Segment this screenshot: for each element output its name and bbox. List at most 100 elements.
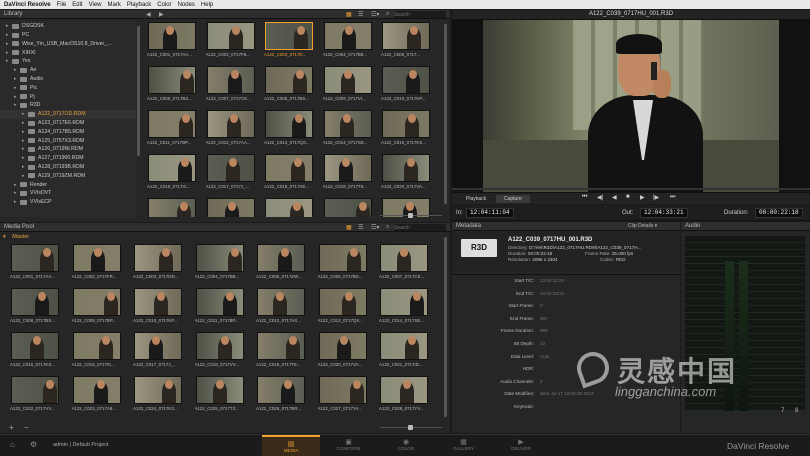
menu-view[interactable]: View <box>86 2 105 8</box>
tree-scrollbar[interactable] <box>137 26 140 156</box>
play-icon[interactable]: ▶ <box>640 194 645 201</box>
menu-file[interactable]: File <box>54 2 70 8</box>
clip-thumbnail[interactable]: A122_C028_0717YV... <box>379 376 429 416</box>
step-back-icon[interactable]: ◀| <box>597 194 603 201</box>
clip-thumbnail[interactable]: A122_C018_0717VV... <box>195 332 245 372</box>
metadata-field-value[interactable]: 0 <box>540 303 543 308</box>
viewer-frame[interactable] <box>483 20 779 195</box>
tree-folder[interactable]: ▸ A124_0717B5.RDM <box>0 128 136 137</box>
slider-handle[interactable] <box>408 425 413 430</box>
clip-thumbnail[interactable]: A122_C019_0717T8... <box>256 332 306 372</box>
clip-thumbnail[interactable]: A122_C006_0717BS... <box>318 244 368 284</box>
tree-folder[interactable]: ▸ Wise_Yin_USB_MacOS10.8_Driver_... <box>0 40 136 49</box>
metadata-field-value[interactable]: 567 <box>540 316 548 321</box>
grid-view-icon[interactable]: ▦ <box>346 11 352 18</box>
tree-folder[interactable]: ▸ Ae <box>0 66 136 75</box>
tree-folder[interactable]: ▸ VVIsDVT <box>0 189 136 198</box>
viewer-scrubber[interactable] <box>452 188 810 190</box>
clip-thumbnail[interactable]: A122_C008_0717BS... <box>10 288 60 328</box>
clip-thumbnail[interactable]: A122_C022_0717VV... <box>206 198 256 217</box>
master-folder[interactable]: ▾ Master <box>3 234 29 240</box>
menu-edit[interactable]: Edit <box>69 2 85 8</box>
page-tab-media[interactable]: ▤ MEDIA <box>262 435 320 456</box>
tree-folder[interactable]: ▸ A125_0757X3.RDM <box>0 136 136 145</box>
page-tab-conform[interactable]: ▣ CONFORM <box>320 435 378 456</box>
clip-thumbnail[interactable]: A122_C011_0717BP... <box>195 288 245 328</box>
clip-thumbnail[interactable]: A122_C001_0717AA... <box>10 244 60 284</box>
tree-folder[interactable]: ▸ Yes <box>0 57 136 66</box>
clip-thumbnail[interactable]: A122_C004_0717B8... <box>195 244 245 284</box>
list-view-icon[interactable]: ☰ <box>358 224 363 231</box>
tree-folder[interactable]: ▸ R3D <box>0 101 136 110</box>
settings-gear-icon[interactable]: ⚙ <box>30 440 37 449</box>
tree-folder[interactable]: ▸ VVIsECP <box>0 198 136 207</box>
metadata-field-value[interactable]: 2 <box>540 379 543 384</box>
tree-folder[interactable]: ▸ A128_07193B.RDM <box>0 163 136 172</box>
clip-thumbnail[interactable]: A122_C011_0717BP... <box>147 110 197 150</box>
clip-thumbnail[interactable]: A122_C013_0717QS... <box>264 110 314 150</box>
clip-thumbnail[interactable]: A122_C017_0717J_... <box>133 332 183 372</box>
tree-folder[interactable]: ▸ Pic <box>0 84 136 93</box>
menu-playback[interactable]: Playback <box>124 2 154 8</box>
metadata-field-value[interactable]: 12:04:11:04 <box>540 278 564 283</box>
grid-view-icon[interactable]: ▦ <box>346 224 352 231</box>
remove-icon[interactable]: − <box>24 423 29 432</box>
menu-help[interactable]: Help <box>198 2 216 8</box>
app-menu[interactable]: DaVinci Resolve <box>0 2 54 8</box>
clip-thumbnail[interactable]: A122_C017_0717J_... <box>206 154 256 194</box>
clip-thumbnail[interactable]: A122_C003_0717D... <box>264 22 314 62</box>
tree-folder[interactable]: ▸ Audio <box>0 75 136 84</box>
tree-folder[interactable]: ▸ DSGDSK <box>0 22 136 31</box>
clip-thumbnail[interactable]: A122_C013_0717QS... <box>318 288 368 328</box>
tree-folder[interactable]: ▸ XIRXI <box>0 48 136 57</box>
sort-icon[interactable]: ☲▾ <box>371 224 379 231</box>
tree-folder[interactable]: ▸ A123_0717E6.RDM <box>0 119 136 128</box>
sort-icon[interactable]: ☲▾ <box>371 11 379 18</box>
clip-thumbnail[interactable]: A122_C010_0717KP... <box>133 288 183 328</box>
clip-thumbnail[interactable]: A122_C021_0717ID... <box>379 332 429 372</box>
clip-thumbnail[interactable]: A122_C021_0717I_... <box>147 198 197 217</box>
metadata-field-value[interactable]: 10 <box>540 341 545 346</box>
menu-nodes[interactable]: Nodes <box>175 2 198 8</box>
metadata-dropdown[interactable]: Clip Details ▾ <box>628 223 657 229</box>
clip-thumbnail[interactable]: A122_C005_0717... <box>381 22 431 62</box>
clip-thumbnail[interactable]: A122_C025_0717T3... <box>195 376 245 416</box>
clip-thumbnail[interactable]: A122_C018_0717XE... <box>264 154 314 194</box>
clip-thumbnail[interactable]: A122_C014_0717SE... <box>323 110 373 150</box>
media-pool-zoom-slider[interactable] <box>380 425 442 430</box>
clip-thumbnail[interactable]: A122_C010_0717KP... <box>381 66 431 106</box>
tree-folder[interactable]: ▸ A126_0719NI.RDM <box>0 145 136 154</box>
clip-thumbnail[interactable]: A122_C007_0717CE... <box>379 244 429 284</box>
home-icon[interactable]: ⌂ <box>10 440 15 449</box>
clip-thumbnail[interactable]: A122_C023_0717A... <box>264 198 314 217</box>
clip-thumbnail[interactable]: A122_C012_0717AA... <box>206 110 256 150</box>
clip-thumbnail[interactable]: A122_C009_0717BP... <box>72 288 122 328</box>
nav-back-icon[interactable]: ◀ <box>146 11 151 18</box>
tree-folder[interactable]: ▸ Render <box>0 180 136 189</box>
media-pool-search-input[interactable] <box>394 224 446 231</box>
clip-thumbnail[interactable]: A122_C006_0717BS... <box>147 66 197 106</box>
media-pool-scrollbar[interactable] <box>444 237 447 417</box>
clip-thumbnail[interactable]: A122_C024_0717... <box>323 198 373 217</box>
clip-thumbnail[interactable]: A122_C009_0717VI... <box>323 66 373 106</box>
clip-thumbnail[interactable]: A122_C015_0717KS... <box>381 110 431 150</box>
page-tab-deliver[interactable]: ▶ DELIVER <box>492 435 550 456</box>
clip-thumbnail[interactable]: A122_C024_0717K3... <box>133 376 183 416</box>
library-search-input[interactable] <box>394 11 446 18</box>
clip-thumbnail[interactable]: A122_C014_0717SE... <box>379 288 429 328</box>
clip-thumbnail[interactable]: A122_C003_0717DD... <box>133 244 183 284</box>
clip-thumbnail[interactable]: A122_C002_0717F8... <box>206 22 256 62</box>
nav-forward-icon[interactable]: ▶ <box>159 11 164 18</box>
clip-thumbnail[interactable]: A122_C008_0717BS... <box>264 66 314 106</box>
page-tab-gallery[interactable]: ▦ GALLERY <box>435 435 493 456</box>
clip-thumbnail[interactable]: A122_C020_0717VA... <box>381 154 431 194</box>
clip-thumbnail[interactable]: A122_C026_0717BR... <box>256 376 306 416</box>
clip-thumbnail[interactable]: A122_C002_0717FR... <box>72 244 122 284</box>
clip-thumbnail[interactable]: A122_C027_0717YA... <box>318 376 368 416</box>
metadata-field-value[interactable]: Auto <box>540 354 549 359</box>
tab-capture[interactable]: Capture <box>496 195 530 203</box>
add-icon[interactable]: + <box>9 423 14 432</box>
clip-thumbnail[interactable]: A122_C022_0717VV... <box>10 376 60 416</box>
clip-thumbnail[interactable]: A122_C015_0717KS... <box>10 332 60 372</box>
stop-icon[interactable]: ■ <box>626 194 630 200</box>
